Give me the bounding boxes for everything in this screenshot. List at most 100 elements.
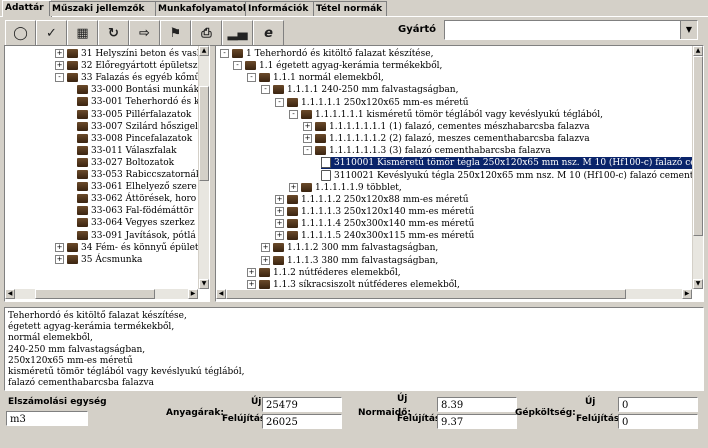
- expand-icon[interactable]: +: [247, 267, 256, 277]
- tab-tetel-normak[interactable]: Tétel normák: [313, 1, 387, 16]
- cycle-button[interactable]: ↻: [98, 20, 129, 46]
- expand-icon[interactable]: +: [303, 134, 312, 144]
- normaido-uj-field[interactable]: 8.39: [437, 397, 517, 412]
- tree-node[interactable]: 33-064 Vegyes szerkez: [77, 217, 195, 229]
- tree-node-selected[interactable]: 3110001 Kisméretű tömör tégla 250x120x65…: [321, 157, 703, 170]
- collapse-icon[interactable]: -: [55, 73, 64, 83]
- tree-node[interactable]: 33-027 Boltozatok: [77, 157, 174, 169]
- collapse-icon[interactable]: -: [233, 61, 242, 71]
- tree-node[interactable]: - 1.1.1.1 240-250 mm falvastagságban,: [261, 84, 458, 96]
- tree-node[interactable]: - 1.1.1.1.1 250x120x65 mm-es méretű: [275, 97, 469, 109]
- collapse-icon[interactable]: -: [275, 97, 284, 107]
- description-textarea[interactable]: Teherhordó és kitöltő falazat készítése,…: [4, 307, 704, 391]
- collapse-icon[interactable]: -: [289, 109, 298, 119]
- tree-node[interactable]: 33-053 Rabiccszatornák: [77, 169, 201, 181]
- collapse-icon[interactable]: -: [220, 49, 229, 58]
- tree-node[interactable]: +32 Előregyártott épületszerk: [55, 60, 209, 72]
- expand-icon[interactable]: +: [275, 219, 284, 229]
- flag-button[interactable]: ⚑: [160, 20, 191, 46]
- tree-node[interactable]: 33-061 Elhelyező szere: [77, 181, 197, 193]
- tree-node[interactable]: 33-001 Teherhordó és k: [77, 96, 199, 108]
- expand-icon[interactable]: +: [247, 279, 256, 289]
- tree-node[interactable]: 33-091 Javítások, pótlá: [77, 230, 196, 242]
- tree-node[interactable]: - 33 Falazás és egyéb kőműves: [55, 72, 209, 84]
- tree-node[interactable]: - 1.1.1 normál elemekből,: [247, 72, 384, 84]
- scroll-thumb[interactable]: [226, 289, 626, 299]
- tree-node[interactable]: +1.1.1.2 300 mm falvastagságban,: [261, 242, 438, 254]
- anyagar-uj-field[interactable]: 25479: [262, 397, 342, 412]
- expand-icon[interactable]: +: [289, 182, 298, 192]
- chevron-down-icon[interactable]: ▼: [680, 21, 697, 39]
- scroll-up-icon[interactable]: ▲: [199, 46, 209, 56]
- export-button[interactable]: ⇨: [129, 20, 160, 46]
- tree-node[interactable]: 33-011 Válaszfalak: [77, 145, 177, 157]
- expand-icon[interactable]: +: [55, 61, 64, 71]
- tree-node[interactable]: +1.1.1.1.5 240x300x115 mm-es méretű: [275, 230, 474, 242]
- left-tree-vscrollbar[interactable]: ▲ ▼: [198, 46, 209, 289]
- tree-node[interactable]: +1.1.1.1.2 250x120x88 mm-es méretű: [275, 194, 469, 206]
- tree-node[interactable]: +1.1.1.1.3 250x120x140 mm-es méretű: [275, 206, 474, 218]
- tab-informaciok[interactable]: Információk: [245, 1, 317, 16]
- tree-node[interactable]: +1.1.1.1.1.1.2 (2) falazó, meszes cement…: [303, 133, 590, 145]
- scroll-left-icon[interactable]: ◀: [216, 289, 226, 299]
- tree-node[interactable]: +31 Helyszíni beton és vasbet: [55, 48, 209, 60]
- chart-button[interactable]: ▂▄: [222, 20, 253, 46]
- scroll-thumb[interactable]: [199, 86, 209, 181]
- scroll-thumb[interactable]: [35, 289, 155, 299]
- print-button[interactable]: ⎙: [191, 20, 222, 46]
- tab-muszaki-jellemzok[interactable]: Műszaki jellemzők: [49, 1, 159, 16]
- expand-icon[interactable]: +: [261, 255, 270, 265]
- expand-icon[interactable]: +: [303, 121, 312, 131]
- unit-field[interactable]: m3: [6, 411, 88, 426]
- copy-tree-button[interactable]: ▦: [67, 20, 98, 46]
- tab-munkafolyamatok[interactable]: Munkafolyamatok: [155, 1, 249, 16]
- right-tree-hscrollbar[interactable]: ◀ ▶: [216, 289, 692, 299]
- tree-node[interactable]: 33-062 Áttörések, horo: [77, 193, 196, 205]
- collapse-icon[interactable]: -: [247, 73, 256, 83]
- scroll-left-icon[interactable]: ◀: [5, 289, 15, 299]
- tree-node[interactable]: +1.1.1.3 380 mm falvastagságban,: [261, 255, 438, 267]
- tree-node[interactable]: 33-008 Pincefalazatok: [77, 133, 192, 145]
- tree-node[interactable]: - 1.1 égetett agyag-kerámia termékekből,: [233, 60, 442, 72]
- scroll-right-icon[interactable]: ▶: [682, 289, 692, 299]
- tree-node[interactable]: 33-063 Fal-födémáttör: [77, 205, 193, 217]
- scroll-down-icon[interactable]: ▼: [693, 279, 703, 289]
- binoculars-button[interactable]: ◯: [5, 20, 36, 46]
- tree-node[interactable]: +1.1.2 nútféderes elemekből,: [247, 267, 401, 279]
- gepkoltseg-feljitas-field[interactable]: 0: [618, 414, 698, 429]
- item-tree[interactable]: -1 Teherhordó és kitöltő falazat készíté…: [215, 45, 704, 302]
- right-tree-vscrollbar[interactable]: ▲ ▼: [692, 46, 703, 289]
- collapse-icon[interactable]: -: [303, 146, 312, 156]
- tree-node[interactable]: 33-007 Szilárd hőszigel: [77, 121, 198, 133]
- check-button[interactable]: ✓: [36, 20, 67, 46]
- scroll-thumb[interactable]: [693, 56, 703, 236]
- anyagar-feljitas-field[interactable]: 26025: [262, 414, 342, 429]
- expand-icon[interactable]: +: [275, 194, 284, 204]
- tree-node[interactable]: 33-005 Pillérfalazatok: [77, 109, 191, 121]
- scroll-right-icon[interactable]: ▶: [188, 289, 198, 299]
- expand-icon[interactable]: +: [55, 242, 64, 252]
- expand-icon[interactable]: +: [275, 231, 284, 241]
- tree-node[interactable]: +1.1.1.1.1.9 többlet,: [289, 182, 402, 194]
- tree-node[interactable]: - 1.1.1.1.1.1.3 (3) falazó cementhabarcsb…: [303, 145, 551, 157]
- tree-node[interactable]: +1.1.1.1.4 250x300x140 mm-es méretű: [275, 218, 474, 230]
- tree-node[interactable]: - 1.1.1.1.1.1 kisméretű tömör téglából va…: [289, 109, 603, 121]
- tree-node[interactable]: +1.1.1.1.1.1.1 (1) falazó, cementes mész…: [303, 121, 590, 133]
- gepkoltseg-uj-field[interactable]: 0: [618, 397, 698, 412]
- gyarto-combobox[interactable]: ▼: [444, 20, 698, 40]
- left-tree-hscrollbar[interactable]: ◀ ▶: [5, 289, 198, 299]
- tree-node[interactable]: - 1 Teherhordó és kitöltő falazat készíté…: [220, 48, 433, 60]
- tree-node[interactable]: 33-000 Bontási munkák: [77, 84, 199, 96]
- scroll-down-icon[interactable]: ▼: [199, 279, 209, 289]
- expand-icon[interactable]: +: [275, 206, 284, 216]
- category-tree[interactable]: +31 Helyszíni beton és vasbet +32 Előregy…: [4, 45, 210, 302]
- ec-button[interactable]: e: [253, 20, 284, 46]
- tree-node[interactable]: +34 Fém- és könnyű épületsze: [55, 242, 209, 254]
- tree-node[interactable]: 3110021 Kevéslyukú tégla 250x120x65 mm n…: [321, 169, 703, 182]
- expand-icon[interactable]: +: [55, 49, 64, 58]
- expand-icon[interactable]: +: [261, 243, 270, 253]
- tab-adattar[interactable]: Adattár: [2, 0, 52, 17]
- expand-icon[interactable]: +: [55, 254, 64, 264]
- tree-node[interactable]: +35 Ácsmunka: [55, 254, 142, 266]
- scroll-up-icon[interactable]: ▲: [693, 46, 703, 56]
